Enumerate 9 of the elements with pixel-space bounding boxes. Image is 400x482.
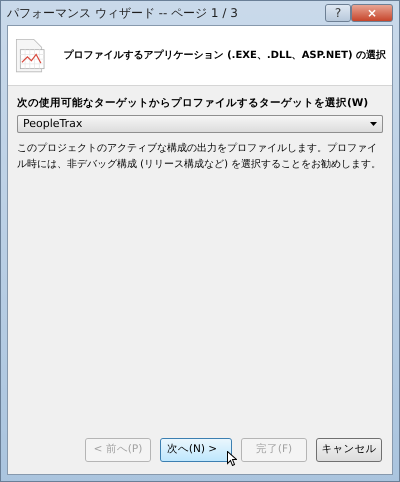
description-text: このプロジェクトのアクティブな構成の出力をプロファイルします。プロファイル時には、非デバッグ構成 (リリース構成など) を選択することをお勧めします。 [17, 142, 382, 172]
wizard-button[interactable]: キャンセル [316, 438, 382, 462]
target-label: 次の使用可能なターゲットからプロファイルするターゲットを選択(W) [17, 96, 370, 111]
target-dropdown[interactable]: PeopleTrax [17, 114, 383, 133]
help-button[interactable]: ? [325, 4, 351, 22]
window-title: パフォーマンス ウィザード -- ページ 1 / 3 [7, 5, 238, 22]
mouse-pointer-icon [227, 451, 237, 466]
dropdown-caret-icon [370, 122, 377, 126]
page-heading: プロファイルするアプリケーション (.EXE、.DLL、ASP.NET) の選択 [64, 48, 386, 63]
